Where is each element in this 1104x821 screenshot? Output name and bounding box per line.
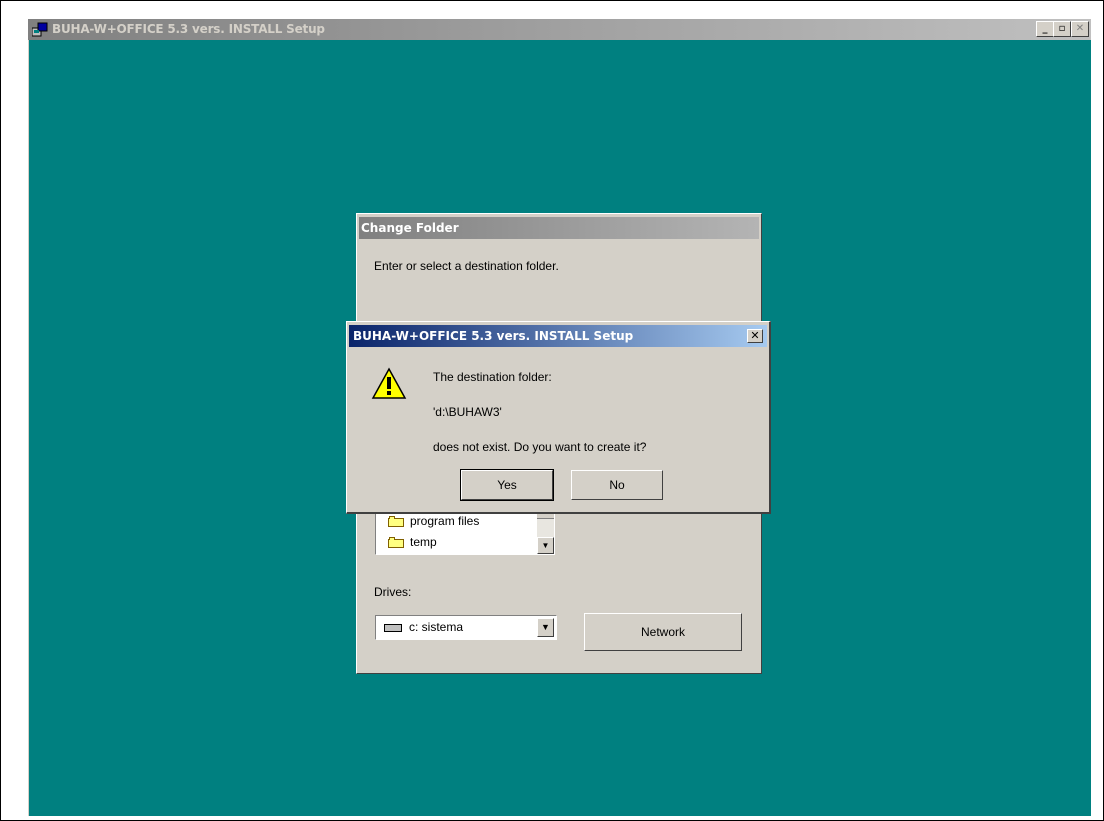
setup-title: BUHA-W+OFFICE 5.3 vers. INSTALL Setup	[52, 22, 325, 36]
confirm-folder-path: 'd:\BUHAW3'	[433, 405, 502, 419]
down-arrow-icon: ▼	[541, 541, 550, 550]
list-item[interactable]: program files	[388, 513, 479, 529]
confirm-dialog: BUHA-W+OFFICE 5.3 vers. INSTALL Setup ✕ …	[346, 321, 771, 514]
no-button[interactable]: No	[571, 470, 663, 500]
drives-label: Drives:	[374, 585, 412, 599]
folder-icon	[388, 536, 404, 548]
confirm-title: BUHA-W+OFFICE 5.3 vers. INSTALL Setup	[353, 329, 634, 343]
close-button[interactable]: ✕	[1071, 21, 1089, 37]
minimize-button[interactable]: _	[1036, 21, 1054, 37]
network-button[interactable]: Network	[584, 613, 742, 651]
confirm-question: does not exist. Do you want to create it…	[433, 440, 647, 454]
yes-button[interactable]: Yes	[460, 469, 554, 501]
hard-drive-icon	[384, 624, 402, 632]
drive-value: c: sistema	[409, 620, 464, 634]
restore-icon: ▫	[1058, 23, 1066, 34]
warning-icon	[371, 367, 407, 399]
change-folder-prompt: Enter or select a destination folder.	[374, 259, 559, 273]
setup-titlebar: BUHA-W+OFFICE 5.3 vers. INSTALL Setup _ …	[28, 19, 1091, 40]
confirm-close-button[interactable]: ✕	[747, 329, 763, 343]
drive-select[interactable]: c: sistema ▼	[375, 615, 557, 640]
folder-icon	[388, 515, 404, 527]
minimize-icon: _	[1042, 23, 1048, 34]
folder-scrollbar[interactable]: ▼	[537, 511, 554, 554]
folder-listbox[interactable]: program files temp ▼	[375, 510, 555, 555]
drive-dropdown-button[interactable]: ▼	[537, 618, 554, 637]
change-folder-title: Change Folder	[359, 217, 759, 239]
confirm-text-line1: The destination folder:	[433, 370, 552, 384]
close-icon: ✕	[750, 330, 760, 342]
folder-name: temp	[410, 535, 437, 549]
close-icon: ✕	[1075, 23, 1085, 34]
chevron-down-icon: ▼	[541, 622, 550, 632]
confirm-titlebar: BUHA-W+OFFICE 5.3 vers. INSTALL Setup ✕	[349, 325, 767, 347]
list-item[interactable]: temp	[388, 534, 437, 550]
scroll-down-button[interactable]: ▼	[537, 537, 554, 554]
folder-name: program files	[410, 514, 480, 528]
setup-app-icon	[32, 22, 48, 37]
restore-button[interactable]: ▫	[1053, 21, 1071, 37]
